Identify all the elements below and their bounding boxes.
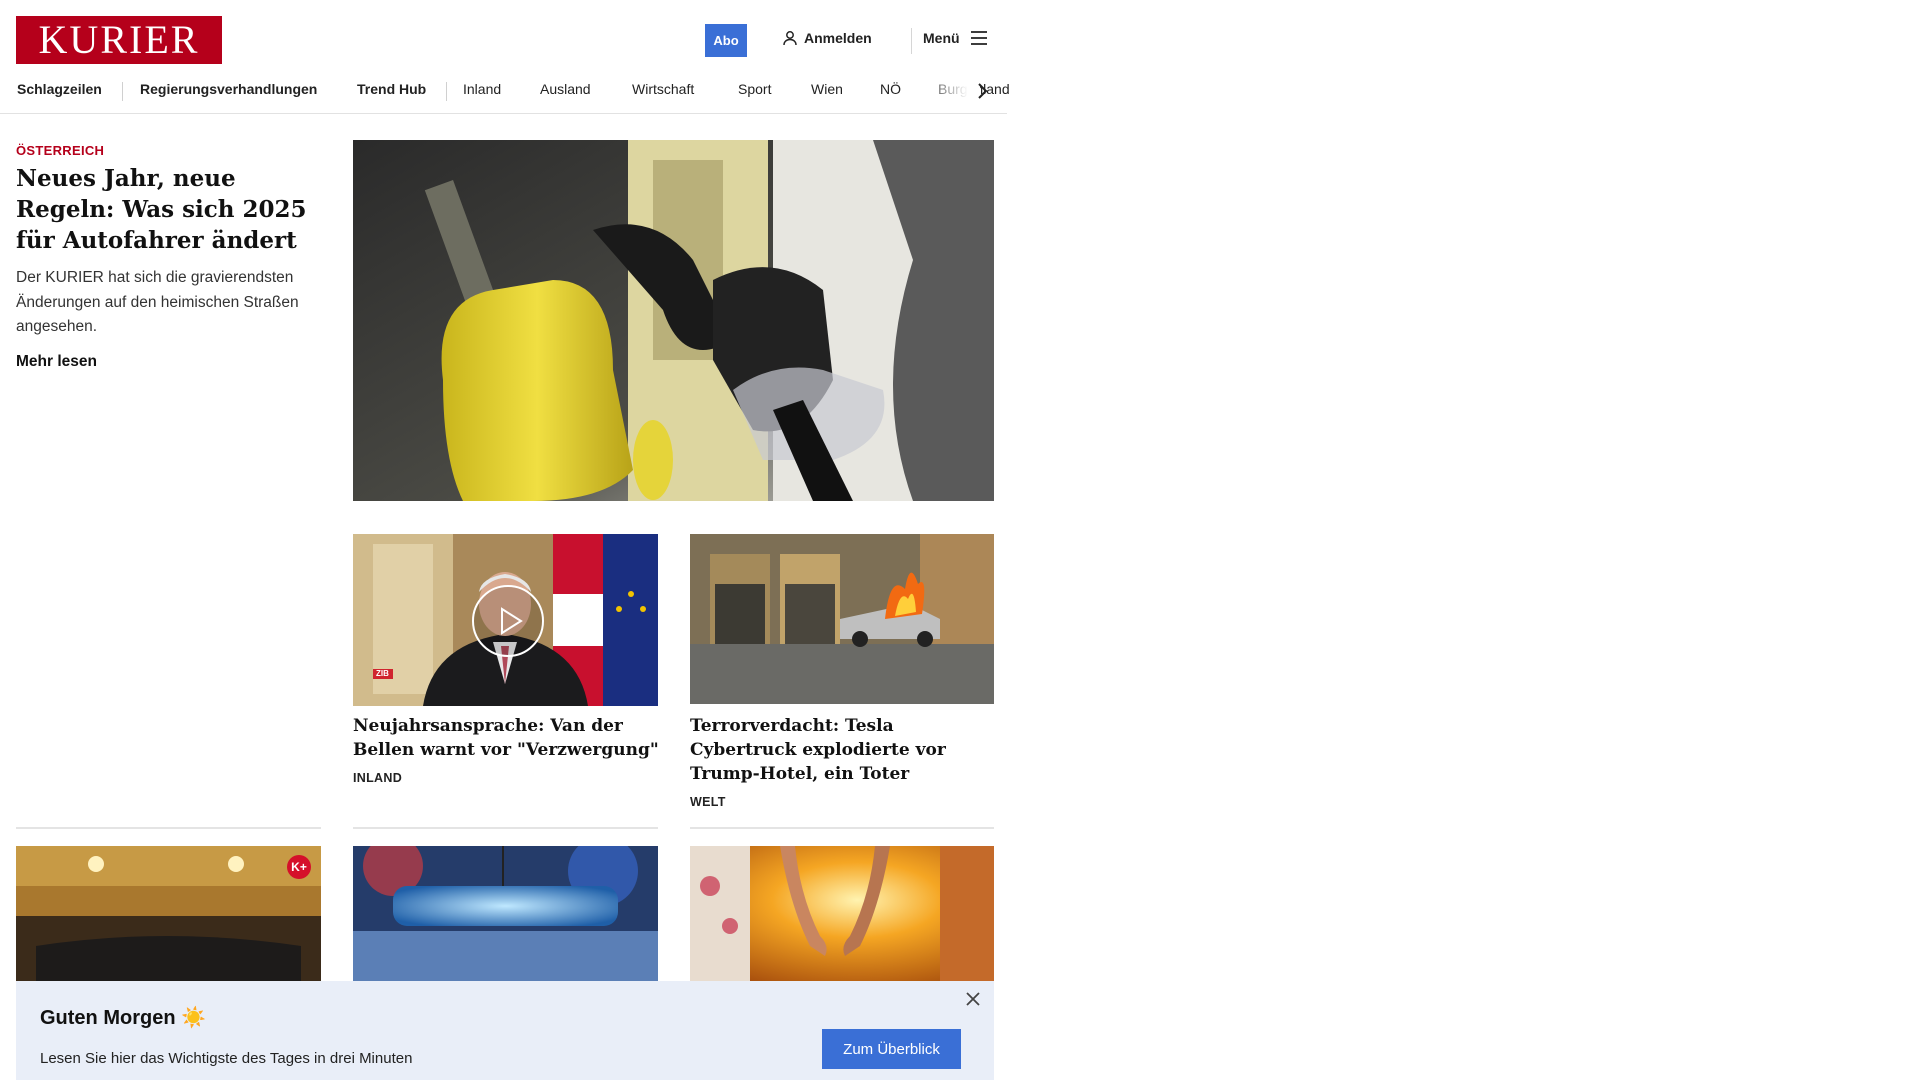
- zib-badge: ZIB: [376, 669, 389, 678]
- lead-headline[interactable]: Neues Jahr, neue Regeln: Was sich 2025 f…: [16, 163, 316, 256]
- menu-label: Menü: [923, 30, 960, 46]
- card-image-cybertruck-fire[interactable]: [690, 534, 994, 704]
- nav-item-sport[interactable]: Sport: [738, 81, 771, 97]
- nav-item-inland[interactable]: Inland: [463, 81, 501, 97]
- card-category[interactable]: WELT: [690, 795, 726, 809]
- nav-item-noe[interactable]: NÖ: [880, 81, 901, 97]
- nav-item-schlagzeilen[interactable]: Schlagzeilen: [17, 81, 102, 97]
- card-image-van-der-bellen[interactable]: ZIB: [353, 534, 658, 706]
- header-divider: [911, 28, 912, 54]
- play-icon[interactable]: [471, 584, 545, 658]
- nav-item-ausland[interactable]: Ausland: [540, 81, 591, 97]
- card-category[interactable]: INLAND: [353, 771, 402, 785]
- chevron-right-icon[interactable]: [975, 81, 989, 101]
- nav-item-regierungsverhandlungen[interactable]: Regierungsverhandlungen: [140, 81, 317, 97]
- row-divider: [353, 827, 658, 829]
- section-nav: Schlagzeilen Regierungsverhandlungen Tre…: [0, 72, 1010, 114]
- read-more-link[interactable]: Mehr lesen: [16, 353, 97, 371]
- overview-button[interactable]: Zum Überblick: [822, 1029, 961, 1069]
- menu-button[interactable]: Menü: [923, 30, 988, 46]
- login-label: Anmelden: [804, 30, 872, 46]
- abo-button[interactable]: Abo: [705, 24, 747, 57]
- nav-separator: [122, 82, 123, 101]
- nav-item-trend-hub[interactable]: Trend Hub: [357, 81, 426, 97]
- premium-badge: K+: [287, 855, 311, 879]
- nav-separator: [446, 82, 447, 101]
- lead-teaser: Der KURIER hat sich die gravierendsten Ä…: [16, 269, 299, 335]
- morning-briefing-banner: Guten Morgen ☀️ Lesen Sie hier das Wicht…: [16, 981, 994, 1080]
- news-page: KURIER Abo Anmelden Menü Schlagzeilen Re…: [0, 0, 1010, 1080]
- row-divider: [16, 827, 321, 829]
- kurier-logo[interactable]: KURIER: [16, 16, 222, 64]
- nav-item-wirtschaft[interactable]: Wirtschaft: [632, 81, 694, 97]
- lead-kicker: ÖSTERREICH: [16, 143, 105, 158]
- card-headline[interactable]: Terrorverdacht: Tesla Cybertruck explodi…: [690, 714, 1000, 786]
- row-divider: [690, 827, 994, 829]
- lead-image-fuel-pump[interactable]: [353, 140, 994, 501]
- banner-title: Guten Morgen ☀️: [40, 1007, 207, 1029]
- card-image-concert-hall[interactable]: K+: [16, 846, 321, 981]
- user-icon: [783, 31, 797, 46]
- card-headline[interactable]: Neujahrsansprache: Van der Bellen warnt …: [353, 714, 663, 762]
- nav-fade: [920, 72, 980, 112]
- nav-item-wien[interactable]: Wien: [811, 81, 843, 97]
- login-button[interactable]: Anmelden: [782, 30, 872, 46]
- card-image-holding-hands[interactable]: [690, 846, 994, 981]
- banner-text: Lesen Sie hier das Wichtigste des Tages …: [40, 1050, 413, 1067]
- logo-text: KURIER: [38, 17, 200, 62]
- card-image-police-light[interactable]: [353, 846, 658, 981]
- close-icon[interactable]: [965, 991, 981, 1007]
- hamburger-icon: [970, 31, 987, 45]
